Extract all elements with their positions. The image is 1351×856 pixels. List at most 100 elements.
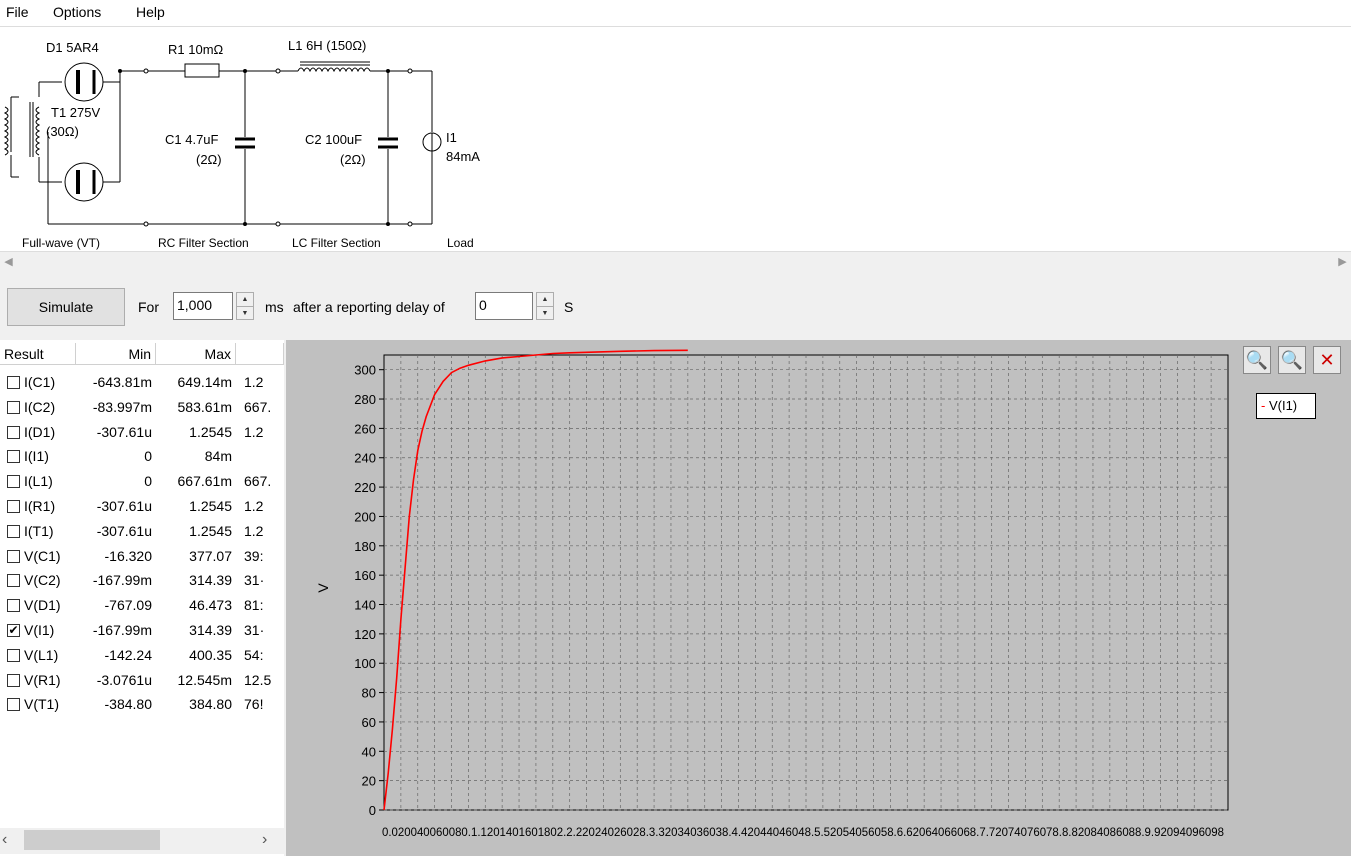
menu-file[interactable]: File — [6, 4, 29, 20]
spin-down-icon[interactable]: ▼ — [537, 307, 553, 320]
table-scrollbar[interactable]: ‹ › — [0, 828, 284, 854]
table-row[interactable]: I(I1) 0 84m — [0, 445, 284, 469]
row-extra: 1.2 — [244, 522, 264, 539]
row-extra: 54: — [244, 646, 264, 663]
spin-up-icon[interactable]: ▲ — [237, 293, 253, 307]
row-extra: 31· — [244, 572, 265, 589]
row-checkbox[interactable] — [7, 648, 20, 662]
scroll-right-arrow-icon[interactable]: ▶ — [1334, 252, 1351, 272]
row-checkbox[interactable] — [7, 450, 20, 464]
c2-label[interactable]: C2 100uF — [305, 132, 362, 147]
zoom-out-icon[interactable]: 🔍 — [1278, 346, 1306, 374]
table-row[interactable]: V(R1) -3.0761u 12.545m 12.5 — [0, 669, 284, 693]
voltage-chart[interactable]: 0 20 40 60 80 100 120 140 160 180 200 220 240 260 280 3… — [286, 340, 1351, 856]
scroll-thumb[interactable] — [24, 830, 160, 850]
y-tick-label: 140 — [354, 598, 376, 613]
column-max[interactable]: Max — [156, 343, 236, 365]
plot-panel: 0 20 40 60 80 100 120 140 160 180 200 220 240 260 280 3… — [286, 340, 1351, 856]
section-rc-filter: RC Filter Section — [158, 236, 249, 250]
scroll-left-arrow-icon[interactable]: ◀ — [0, 252, 17, 272]
c1-label[interactable]: C1 4.7uF — [165, 132, 219, 147]
menu-help[interactable]: Help — [136, 4, 165, 20]
menu-options[interactable]: Options — [53, 4, 101, 20]
row-min: -142.24 — [104, 646, 152, 663]
legend-series-name: V(I1) — [1268, 398, 1298, 413]
c1-resistance: (2Ω) — [196, 152, 222, 167]
i1-value: 84mA — [446, 149, 480, 164]
scroll-left-arrow-icon[interactable]: ‹ — [2, 831, 7, 849]
row-name: I(T1) — [24, 522, 54, 539]
spin-up-icon[interactable]: ▲ — [537, 293, 553, 307]
row-extra: 1.2 — [244, 374, 264, 390]
duration-input[interactable]: 1,000 — [173, 292, 233, 320]
spin-down-icon[interactable]: ▼ — [237, 307, 253, 320]
t1-label[interactable]: T1 275V — [51, 105, 100, 120]
y-tick-label: 200 — [354, 509, 376, 524]
row-name: V(T1) — [24, 696, 59, 713]
r1-label[interactable]: R1 10mΩ — [168, 42, 224, 57]
table-row[interactable]: V(C2) -167.99m 314.39 31· — [0, 569, 284, 593]
x-tick-labels: 0.020040060080.1.1201401601802.2.2202402… — [382, 825, 1224, 839]
table-row[interactable]: V(L1) -142.24 400.35 54: — [0, 644, 284, 668]
l1-label[interactable]: L1 6H (150Ω) — [288, 38, 366, 53]
schematic-scrollbar[interactable]: ◀ ▶ — [0, 251, 1351, 273]
row-name: V(C2) — [24, 572, 61, 589]
table-row[interactable]: I(L1) 0 667.61m 667. — [0, 470, 284, 494]
row-max: 314.39 — [189, 622, 232, 638]
row-checkbox[interactable] — [7, 400, 20, 414]
i1-label[interactable]: I1 — [446, 130, 457, 145]
y-tick-label: 260 — [354, 421, 376, 436]
row-max: 377.07 — [189, 547, 232, 564]
row-max: 46.473 — [189, 597, 232, 614]
legend-line-icon: - — [1261, 398, 1269, 413]
row-checkbox[interactable] — [7, 524, 20, 538]
row-checkbox[interactable] — [7, 673, 20, 687]
table-row[interactable]: V(T1) -384.80 384.80 76! — [0, 693, 284, 717]
row-min: -167.99m — [92, 572, 152, 589]
row-checkbox[interactable] — [7, 376, 20, 389]
row-name: I(L1) — [24, 473, 53, 490]
table-row[interactable]: I(T1) -307.61u 1.2545 1.2 — [0, 520, 284, 544]
delay-spinner[interactable]: ▲ ▼ — [536, 292, 554, 320]
table-row[interactable]: V(D1) -767.09 46.473 81: — [0, 594, 284, 618]
duration-spinner[interactable]: ▲ ▼ — [236, 292, 254, 320]
row-checkbox[interactable] — [7, 549, 20, 563]
row-checkbox[interactable] — [7, 475, 20, 489]
table-row[interactable]: I(R1) -307.61u 1.2545 1.2 — [0, 495, 284, 519]
delay-input[interactable]: 0 — [475, 292, 533, 320]
row-name: V(R1) — [24, 671, 61, 688]
row-checkbox[interactable] — [7, 500, 20, 513]
row-checkbox[interactable]: ✔ — [7, 624, 20, 637]
zoom-reset-icon[interactable]: ✕ — [1313, 346, 1341, 374]
row-name: I(C1) — [24, 374, 56, 390]
table-row[interactable]: V(C1) -16.320 377.07 39: — [0, 545, 284, 569]
column-extra[interactable] — [236, 343, 284, 365]
zoom-in-icon[interactable]: 🔍 — [1243, 346, 1271, 374]
row-checkbox[interactable] — [7, 599, 20, 613]
row-name: V(D1) — [24, 597, 61, 614]
row-max: 649.14m — [177, 374, 232, 390]
row-min: -767.09 — [104, 597, 152, 614]
row-checkbox[interactable] — [7, 698, 20, 712]
row-checkbox[interactable] — [7, 425, 20, 439]
row-checkbox[interactable] — [7, 574, 20, 588]
for-label: For — [138, 299, 159, 315]
y-tick-label: 180 — [354, 539, 376, 554]
column-result[interactable]: Result — [0, 343, 76, 365]
table-row[interactable]: I(C2) -83.997m 583.61m 667. — [0, 396, 284, 420]
y-tick-label: 40 — [362, 744, 376, 759]
schematic-panel: D1 5AR4 R1 10mΩ L1 6H (150Ω) T1 275V (30… — [0, 27, 1351, 251]
row-min: -307.61u — [96, 498, 152, 514]
table-row[interactable]: I(C1) -643.81m 649.14m 1.2 — [0, 371, 284, 395]
row-extra: 76! — [244, 696, 264, 713]
column-min[interactable]: Min — [76, 343, 156, 365]
menu-bar: File Options Help — [0, 0, 1351, 27]
d1-label[interactable]: D1 5AR4 — [46, 40, 99, 55]
table-row[interactable]: ✔ V(I1) -167.99m 314.39 31· — [0, 619, 284, 643]
table-row[interactable]: I(D1) -307.61u 1.2545 1.2 — [0, 421, 284, 445]
simulate-button[interactable]: Simulate — [7, 288, 125, 326]
row-max: 667.61m — [177, 473, 232, 490]
chart-legend: - V(I1) — [1256, 393, 1316, 419]
row-name: I(R1) — [24, 498, 56, 514]
scroll-right-arrow-icon[interactable]: › — [262, 831, 267, 849]
